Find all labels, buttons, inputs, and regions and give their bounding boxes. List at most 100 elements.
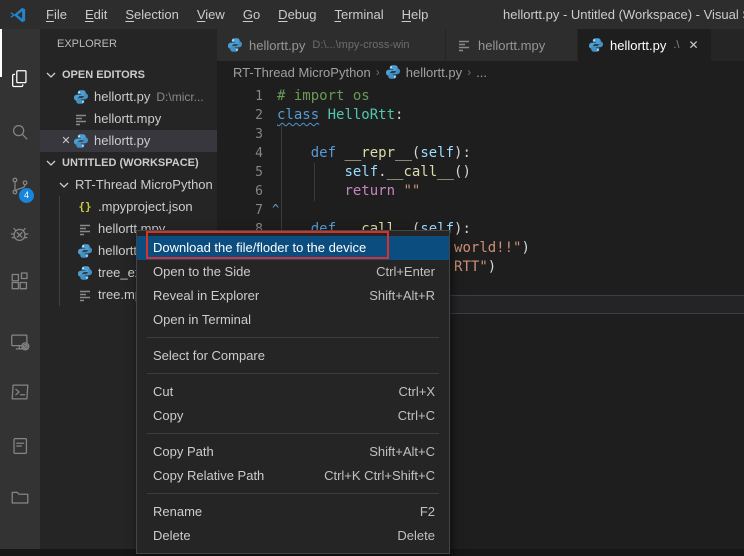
menubar-item-go[interactable]: Go bbox=[234, 7, 269, 22]
menu-item-shortcut: Ctrl+Enter bbox=[376, 260, 435, 284]
chevron-down-icon bbox=[56, 177, 72, 193]
mpy-file-icon bbox=[77, 221, 93, 237]
breadcrumb-item[interactable]: RT-Thread MicroPython bbox=[233, 65, 371, 80]
menu-item-rename[interactable]: RenameF2 bbox=[137, 500, 449, 524]
menu-item-copy-relative-path[interactable]: Copy Relative PathCtrl+K Ctrl+Shift+C bbox=[137, 464, 449, 488]
menubar-item-edit[interactable]: Edit bbox=[76, 7, 116, 22]
menu-item-label: Copy Path bbox=[153, 440, 214, 464]
line-number: 4 bbox=[217, 144, 263, 163]
debug-icon[interactable] bbox=[9, 223, 31, 245]
breadcrumb-separator-icon: › bbox=[467, 65, 471, 79]
menu-item-select-for-compare[interactable]: Select for Compare bbox=[137, 344, 449, 368]
menubar-item-selection[interactable]: Selection bbox=[116, 7, 187, 22]
code-text: class HelloRtt: bbox=[263, 106, 403, 125]
menu-item-label: Rename bbox=[153, 500, 202, 524]
line-number: 2 bbox=[217, 106, 263, 125]
squiggle-mark: ^ bbox=[272, 202, 279, 216]
menu-item-label: Reveal in Explorer bbox=[153, 284, 259, 308]
open-editor-item[interactable]: hellortt.mpy bbox=[40, 108, 217, 130]
python-file-icon bbox=[588, 37, 604, 53]
search-icon[interactable] bbox=[9, 121, 31, 143]
python-file-icon bbox=[77, 265, 93, 281]
python-file-icon bbox=[77, 243, 93, 259]
close-icon[interactable]: ✕ bbox=[59, 130, 73, 152]
tab-label: hellortt.mpy bbox=[478, 38, 545, 53]
menubar-item-file[interactable]: File bbox=[37, 7, 76, 22]
line-number: 3 bbox=[217, 125, 263, 144]
open-editor-item[interactable]: hellortt.py D:\micr... bbox=[40, 86, 217, 108]
code-line: 5 self.__call__() bbox=[217, 163, 744, 182]
tab-close-icon[interactable]: ✕ bbox=[689, 38, 699, 52]
menu-item-label: Delete bbox=[153, 524, 191, 548]
menu-separator bbox=[147, 433, 439, 434]
menu-bar: FileEditSelectionViewGoDebugTerminalHelp bbox=[37, 7, 437, 22]
python-file-icon bbox=[73, 89, 89, 105]
menu-separator bbox=[147, 493, 439, 494]
output-doc-icon[interactable] bbox=[9, 435, 31, 457]
title-bar: FileEditSelectionViewGoDebugTerminalHelp… bbox=[0, 0, 744, 29]
file-name: .mpyproject.json bbox=[98, 196, 193, 218]
extensions-icon[interactable] bbox=[9, 271, 31, 293]
code-text bbox=[263, 125, 277, 144]
file-name: hellortt.py bbox=[94, 86, 150, 108]
menu-item-open-to-the-side[interactable]: Open to the SideCtrl+Enter bbox=[137, 260, 449, 284]
menu-item-label: Open in Terminal bbox=[153, 308, 251, 332]
line-number: 7 bbox=[217, 201, 263, 220]
menu-item-label: Copy bbox=[153, 404, 183, 428]
code-line: 6 return "" bbox=[217, 182, 744, 201]
activity-bar: 4 bbox=[0, 29, 40, 556]
python-file-icon bbox=[385, 64, 401, 80]
code-line: 4 def __repr__(self): bbox=[217, 144, 744, 163]
menu-separator bbox=[147, 337, 439, 338]
menu-item-shortcut: Ctrl+X bbox=[399, 380, 435, 404]
json-file-icon: {} bbox=[77, 199, 93, 215]
menubar-item-debug[interactable]: Debug bbox=[269, 7, 325, 22]
menu-separator bbox=[147, 373, 439, 374]
tree-file-item[interactable]: {} .mpyproject.json bbox=[40, 196, 217, 218]
menu-item-open-in-terminal[interactable]: Open in Terminal bbox=[137, 308, 449, 332]
menu-item-shortcut: Delete bbox=[397, 524, 435, 548]
file-name: hellortt.mpy bbox=[94, 108, 161, 130]
tab-hellortt.mpy[interactable]: hellortt.mpy bbox=[446, 29, 578, 61]
terminal-icon[interactable] bbox=[9, 381, 31, 403]
section-header-label: UNTITLED (WORKSPACE) bbox=[62, 152, 199, 174]
python-file-icon bbox=[227, 37, 243, 53]
breadcrumb: RT-Thread MicroPython›hellortt.py›... bbox=[217, 61, 744, 83]
workspace-header[interactable]: UNTITLED (WORKSPACE) bbox=[40, 152, 217, 174]
menubar-item-terminal[interactable]: Terminal bbox=[325, 7, 392, 22]
code-line: 2class HelloRtt: bbox=[217, 106, 744, 125]
menu-item-shortcut: Ctrl+C bbox=[398, 404, 435, 428]
menu-item-copy[interactable]: Copy Ctrl+C bbox=[137, 404, 449, 428]
file-path: D:\micr... bbox=[156, 86, 203, 108]
workspace-folder[interactable]: RT-Thread MicroPython bbox=[40, 174, 217, 196]
breadcrumb-item[interactable]: hellortt.py bbox=[406, 65, 462, 80]
open-editors-header[interactable]: OPEN EDITORS bbox=[40, 64, 217, 86]
project-folder-icon[interactable] bbox=[9, 486, 31, 508]
menubar-item-help[interactable]: Help bbox=[393, 7, 438, 22]
sidebar-title: EXPLORER bbox=[57, 38, 117, 50]
menu-item-label: Cut bbox=[153, 380, 173, 404]
device-connect-icon[interactable] bbox=[9, 331, 31, 353]
menubar-item-view[interactable]: View bbox=[188, 7, 234, 22]
window-title: hellortt.py - Untitled (Workspace) - Vis… bbox=[503, 0, 744, 29]
breadcrumb-item[interactable]: ... bbox=[476, 65, 487, 80]
source-control-badge: 4 bbox=[19, 188, 34, 203]
code-text: def __repr__(self): bbox=[263, 144, 471, 163]
mpy-file-icon bbox=[456, 37, 472, 53]
menu-item-reveal-in-explorer[interactable]: Reveal in ExplorerShift+Alt+R bbox=[137, 284, 449, 308]
tab-description: .\ bbox=[673, 39, 679, 51]
explorer-icon[interactable] bbox=[9, 68, 31, 90]
menu-item-label: Copy Relative Path bbox=[153, 464, 264, 488]
menu-item-delete[interactable]: Delete Delete bbox=[137, 524, 449, 548]
tab-hellortt.py[interactable]: hellortt.pyD:\...\mpy-cross-win bbox=[217, 29, 446, 61]
open-editor-item[interactable]: ✕hellortt.py bbox=[40, 130, 217, 152]
tab-hellortt.py[interactable]: hellortt.py.\✕ bbox=[578, 29, 712, 61]
menu-item-cut[interactable]: Cut Ctrl+X bbox=[137, 380, 449, 404]
line-number: 1 bbox=[217, 87, 263, 106]
vscode-window: FileEditSelectionViewGoDebugTerminalHelp… bbox=[0, 0, 744, 556]
line-number: 6 bbox=[217, 182, 263, 201]
folder-name: RT-Thread MicroPython bbox=[75, 174, 213, 196]
menu-item-copy-path[interactable]: Copy PathShift+Alt+C bbox=[137, 440, 449, 464]
code-text: return "" bbox=[263, 182, 420, 201]
line-number: 5 bbox=[217, 163, 263, 182]
